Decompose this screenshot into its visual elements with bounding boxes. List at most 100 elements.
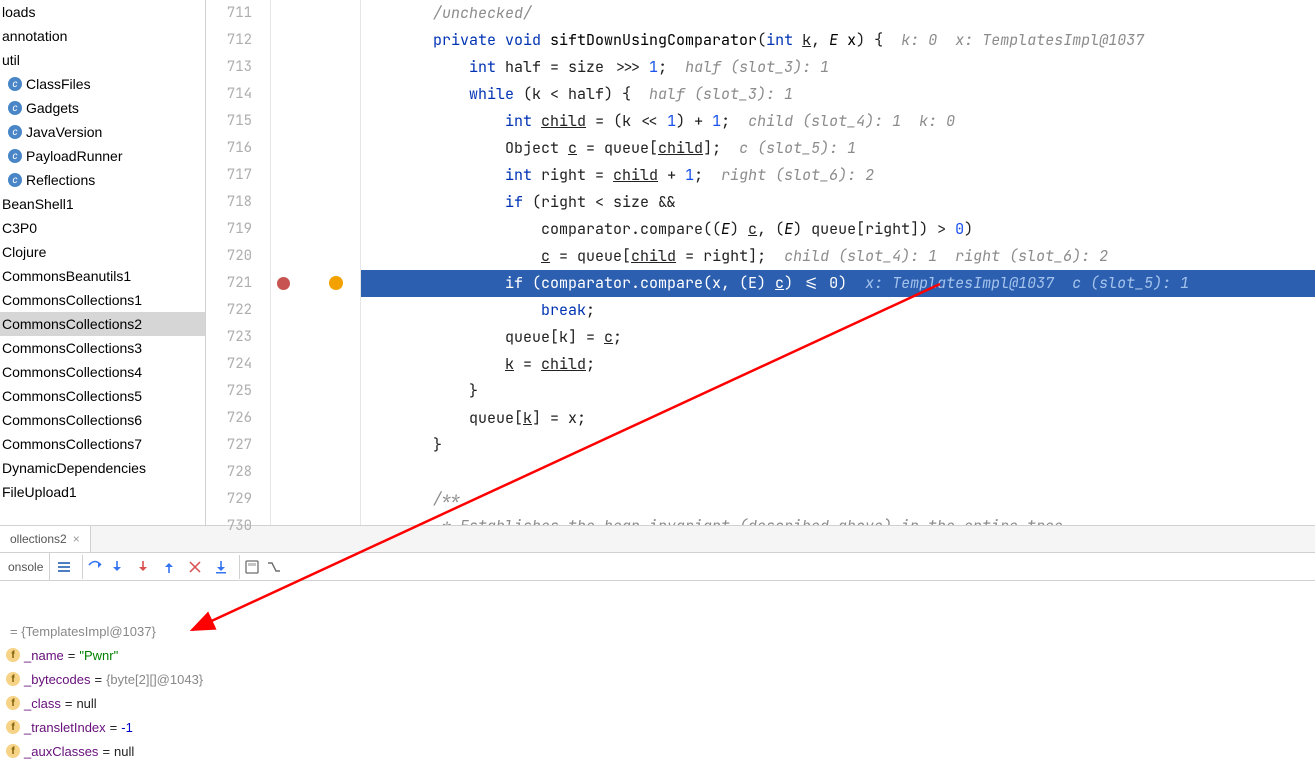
code-line[interactable]: int right = child + 1; right (slot_6): 2 (361, 162, 1315, 189)
variable-row[interactable]: f_name = "Pwnr" (0, 643, 1315, 667)
step-out-icon[interactable] (157, 555, 181, 579)
code-line[interactable]: } (361, 432, 1315, 459)
line-number[interactable]: 722 (206, 297, 252, 324)
line-number[interactable]: 713 (206, 54, 252, 81)
drop-frame-icon[interactable] (183, 555, 207, 579)
gutter-row[interactable] (271, 243, 360, 270)
code-line[interactable]: int child = (k << 1) + 1; child (slot_4)… (361, 108, 1315, 135)
gutter-row[interactable] (271, 189, 360, 216)
line-number[interactable]: 721 (206, 270, 252, 297)
close-icon[interactable]: × (73, 532, 80, 546)
gutter-row[interactable] (271, 324, 360, 351)
trace-current-stream-chain-icon[interactable] (262, 555, 286, 579)
line-number[interactable]: 727 (206, 432, 252, 459)
code-line[interactable]: if (right < size && (361, 189, 1315, 216)
breakpoint-icon[interactable] (277, 277, 290, 290)
project-tree[interactable]: loadsannotationutilcClassFilescGadgetscJ… (0, 0, 206, 525)
code-line[interactable]: /unchecked/ (361, 0, 1315, 27)
code-line[interactable]: Object c = queue[child]; c (slot_5): 1 (361, 135, 1315, 162)
tree-item[interactable]: DynamicDependencies (0, 456, 205, 480)
tree-item[interactable]: cGadgets (0, 96, 205, 120)
line-number[interactable]: 723 (206, 324, 252, 351)
code-line[interactable]: if (comparator.compare(x, (E) c) <= 0) x… (361, 270, 1315, 297)
tree-item[interactable]: CommonsCollections6 (0, 408, 205, 432)
line-number[interactable]: 728 (206, 459, 252, 486)
gutter-row[interactable] (271, 351, 360, 378)
code-line[interactable]: while (k < half) { half (slot_3): 1 (361, 81, 1315, 108)
tree-item[interactable]: cJavaVersion (0, 120, 205, 144)
tree-item[interactable]: CommonsCollections4 (0, 360, 205, 384)
code-line[interactable]: * Establishes the heap invariant (descri… (361, 513, 1315, 525)
tree-item[interactable]: CommonsCollections2 (0, 312, 205, 336)
line-number[interactable]: 715 (206, 108, 252, 135)
variable-root[interactable]: = {TemplatesImpl@1037} (0, 619, 1315, 643)
gutter-row[interactable] (271, 297, 360, 324)
code-line[interactable]: int half = size >>> 1; half (slot_3): 1 (361, 54, 1315, 81)
variable-row[interactable]: f_bytecodes = {byte[2][]@1043} (0, 667, 1315, 691)
gutter-row[interactable] (271, 54, 360, 81)
show-frames-icon[interactable] (52, 555, 76, 579)
line-number[interactable]: 725 (206, 378, 252, 405)
gutter-row[interactable] (271, 135, 360, 162)
tree-item[interactable]: loads (0, 0, 205, 24)
line-number[interactable]: 720 (206, 243, 252, 270)
tree-item[interactable]: C3P0 (0, 216, 205, 240)
gutter-row[interactable] (271, 108, 360, 135)
gutter-row[interactable] (271, 513, 360, 540)
gutter-row[interactable] (271, 459, 360, 486)
tree-item[interactable]: CommonsCollections7 (0, 432, 205, 456)
line-number[interactable]: 718 (206, 189, 252, 216)
variable-row[interactable]: f_auxClasses = null (0, 739, 1315, 763)
tree-item[interactable]: Clojure (0, 240, 205, 264)
code-line[interactable]: comparator.compare((E) c, (E) queue[righ… (361, 216, 1315, 243)
line-number[interactable]: 730 (206, 513, 252, 540)
line-number[interactable]: 714 (206, 81, 252, 108)
line-number-gutter[interactable]: 7117127137147157167177187197207217227237… (206, 0, 271, 525)
line-number[interactable]: 717 (206, 162, 252, 189)
code-line[interactable]: queue[k] = x; (361, 405, 1315, 432)
tree-item[interactable]: CommonsBeanutils1 (0, 264, 205, 288)
gutter-row[interactable] (271, 216, 360, 243)
debug-tab[interactable]: ollections2 × (0, 526, 91, 552)
line-number[interactable]: 726 (206, 405, 252, 432)
variables-panel[interactable]: = {TemplatesImpl@1037} f_name = "Pwnr"f_… (0, 581, 1315, 763)
tree-item[interactable]: FileUpload1 (0, 480, 205, 504)
gutter-row[interactable] (271, 0, 360, 27)
gutter-row[interactable] (271, 270, 360, 297)
tree-item[interactable]: cPayloadRunner (0, 144, 205, 168)
tree-item[interactable]: cClassFiles (0, 72, 205, 96)
gutter-row[interactable] (271, 486, 360, 513)
line-number[interactable]: 719 (206, 216, 252, 243)
run-to-cursor-icon[interactable] (209, 555, 233, 579)
force-step-into-icon[interactable] (131, 555, 155, 579)
code-line[interactable]: /** (361, 486, 1315, 513)
line-number[interactable]: 716 (206, 135, 252, 162)
line-number[interactable]: 724 (206, 351, 252, 378)
variable-row[interactable]: f_class = null (0, 691, 1315, 715)
gutter-row[interactable] (271, 405, 360, 432)
gutter-row[interactable] (271, 27, 360, 54)
tree-item[interactable]: CommonsCollections5 (0, 384, 205, 408)
code-line[interactable]: k = child; (361, 351, 1315, 378)
tree-item[interactable]: BeanShell1 (0, 192, 205, 216)
code-line[interactable]: c = queue[child = right]; child (slot_4)… (361, 243, 1315, 270)
code-line[interactable]: break; (361, 297, 1315, 324)
step-over-icon[interactable] (82, 555, 103, 579)
intention-bulb-icon[interactable] (329, 276, 343, 290)
tree-item[interactable]: annotation (0, 24, 205, 48)
line-number[interactable]: 712 (206, 27, 252, 54)
tree-item[interactable]: util (0, 48, 205, 72)
tree-item[interactable]: CommonsCollections1 (0, 288, 205, 312)
code-editor[interactable]: 7117127137147157167177187197207217227237… (206, 0, 1315, 525)
gutter-row[interactable] (271, 81, 360, 108)
step-into-icon[interactable] (105, 555, 129, 579)
console-label[interactable]: onsole (2, 553, 50, 580)
code-area[interactable]: /unchecked/ private void siftDownUsingCo… (361, 0, 1315, 525)
line-number[interactable]: 729 (206, 486, 252, 513)
gutter-row[interactable] (271, 162, 360, 189)
tree-item[interactable]: CommonsCollections3 (0, 336, 205, 360)
breakpoint-gutter[interactable] (271, 0, 361, 525)
gutter-row[interactable] (271, 432, 360, 459)
code-line[interactable]: private void siftDownUsingComparator(int… (361, 27, 1315, 54)
tree-item[interactable]: cReflections (0, 168, 205, 192)
